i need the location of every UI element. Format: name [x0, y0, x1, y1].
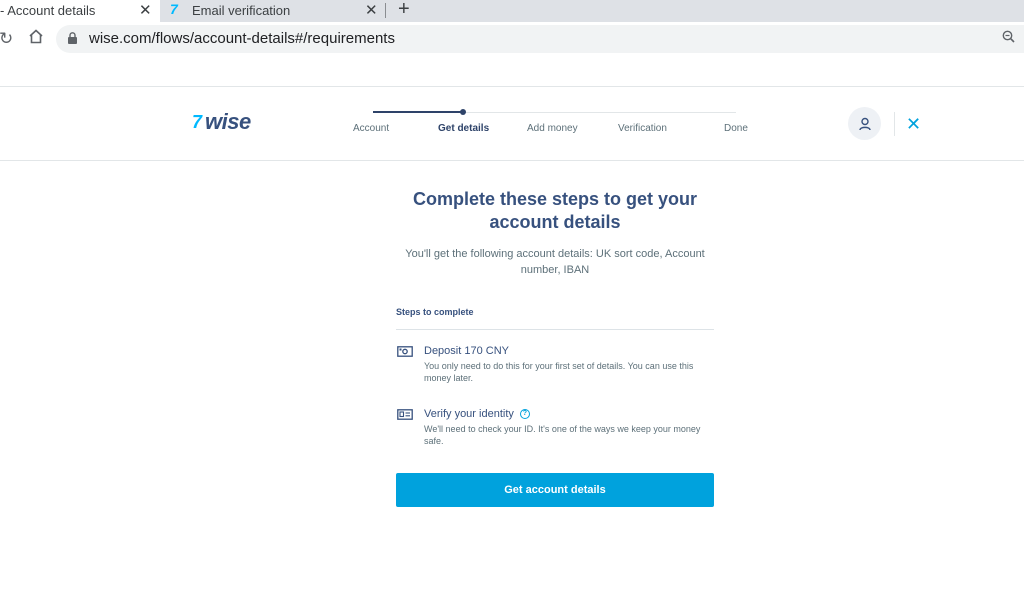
- url-text: wise.com/flows/account-details#/requirem…: [89, 30, 395, 47]
- zoom-icon[interactable]: [1002, 30, 1015, 46]
- close-flow-icon[interactable]: ✕: [906, 115, 921, 133]
- step-get-details: Get details: [438, 123, 490, 134]
- stepper-current-dot: [460, 109, 466, 115]
- new-tab-button[interactable]: +: [398, 0, 410, 21]
- requirements-panel: Complete these steps to get your account…: [396, 188, 714, 446]
- tab-title: - Account details: [0, 3, 96, 18]
- wise-logo[interactable]: 7 wise: [192, 109, 251, 135]
- requirement-title-row: Verify your identity ?: [424, 408, 530, 420]
- page-title: Complete these steps to get your account…: [412, 189, 698, 232]
- stepper-progress-fill: [373, 111, 463, 113]
- tab-close-icon[interactable]: ✕: [139, 1, 152, 19]
- cash-icon: [397, 346, 413, 357]
- requirement-description: You only need to do this for your first …: [424, 361, 694, 383]
- help-icon[interactable]: ?: [519, 409, 530, 419]
- requirement-title: Deposit 170 CNY: [424, 345, 509, 357]
- browser-tab-bar: - Account details ✕ 7 Email verification…: [0, 0, 1024, 22]
- requirement-title: Verify your identity: [424, 408, 514, 420]
- user-icon: [858, 117, 871, 130]
- wise-flag-icon: 7: [192, 111, 203, 132]
- step-add-money: Add money: [527, 123, 578, 134]
- tab-title: Email verification: [192, 3, 291, 18]
- tab-email-verification[interactable]: 7 Email verification ✕: [160, 0, 388, 22]
- step-verification: Verification: [618, 123, 667, 134]
- id-card-icon: [397, 409, 413, 420]
- steps-section-label: Steps to complete: [396, 307, 474, 317]
- reload-icon[interactable]: ↻: [0, 29, 13, 49]
- get-account-details-button[interactable]: Get account details: [396, 473, 714, 507]
- url-omnibox[interactable]: wise.com/flows/account-details#/requirem…: [56, 25, 1024, 53]
- header-divider: [894, 112, 895, 136]
- step-done: Done: [724, 123, 748, 134]
- progress-stepper: Account Get details Add money Verificati…: [340, 87, 780, 161]
- section-divider: [396, 329, 714, 330]
- wise-favicon-icon: 7: [170, 1, 178, 17]
- profile-avatar-button[interactable]: [848, 107, 881, 140]
- page-subtitle: You'll get the following account details…: [405, 248, 705, 276]
- tab-separator: [385, 3, 386, 18]
- home-icon[interactable]: [28, 29, 44, 49]
- lock-icon: [68, 32, 77, 44]
- tab-account-details[interactable]: - Account details ✕: [0, 0, 160, 22]
- step-account: Account: [353, 123, 390, 134]
- tab-close-icon[interactable]: ✕: [365, 1, 378, 19]
- wise-header: 7 wise Account Get details Add money Ver…: [0, 86, 1024, 161]
- wise-wordmark: wise: [205, 109, 251, 134]
- requirement-description: We'll need to check your ID. It's one of…: [424, 424, 701, 446]
- address-bar: ↻ wise.com/flows/account-details#/requir…: [0, 22, 1024, 56]
